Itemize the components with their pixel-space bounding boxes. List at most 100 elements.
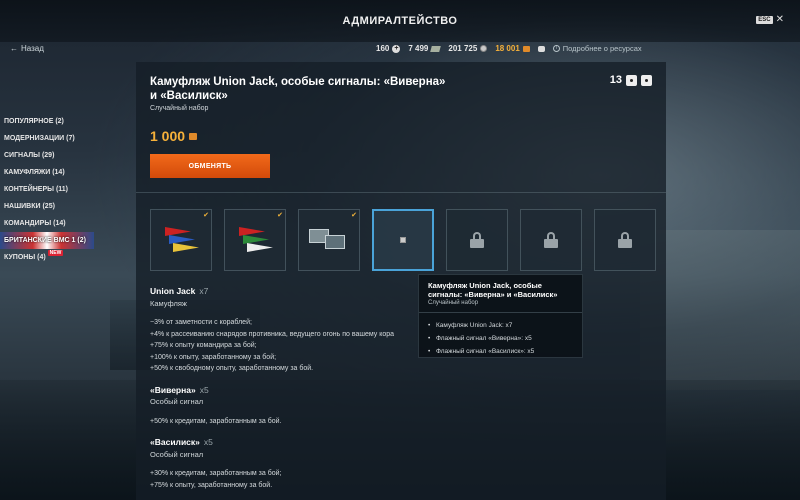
sidebar-item-commanders[interactable]: КОМАНДИРЫ (14)	[4, 215, 100, 232]
reward-tooltip: Камуфляж Union Jack, особые сигналы: «Ви…	[418, 274, 583, 358]
resource-bar: 160 + 7 499 201 725 18 001 i Подробнее о…	[376, 44, 642, 53]
reward-slot-selected[interactable]	[372, 209, 434, 271]
offer-subtitle: Случайный набор	[150, 105, 209, 112]
detail-line: −3% от заметности с кораблей;	[150, 319, 252, 326]
gold-icon	[522, 45, 530, 52]
arrow-left-icon: ←	[10, 44, 18, 53]
tooltip-list: Камуфляж Union Jack: x7 Флажный сигнал «…	[428, 319, 573, 358]
detail-block: «Василиск» x5 Особый сигнал +30% к кредит…	[150, 437, 450, 491]
resource-value: 201 725	[448, 44, 478, 53]
resources-info-label: Подробнее о ресурсах	[562, 44, 642, 53]
reward-slot-locked[interactable]	[520, 209, 582, 271]
detail-line: +75% к опыту, заработанному за бой.	[150, 481, 273, 489]
offer-panel: Камуфляж Union Jack, особые сигналы: «Ви…	[136, 62, 666, 500]
exchange-button[interactable]: ОБМЕНЯТЬ	[150, 154, 270, 178]
count-value: 13	[609, 74, 622, 86]
detail-line: +50% к кредитам, заработанным за бой.	[150, 417, 282, 425]
detail-name: «Василиск»	[150, 437, 200, 447]
sidebar-item-british-navy[interactable]: БРИТАНСКИЕ ВМС 1 (2)	[0, 232, 94, 249]
back-label: Назад	[21, 44, 44, 53]
bill-icon	[430, 45, 442, 52]
detail-line: +100% к опыту, заработанному за бой;	[150, 353, 277, 361]
detail-name: Union Jack	[150, 286, 196, 296]
reward-slot-locked[interactable]	[446, 209, 508, 271]
new-badge: NEW	[47, 250, 64, 256]
detail-heading: «Василиск» x5	[150, 437, 450, 449]
window-title: АДМИРАЛТЕЙСТВО	[342, 15, 458, 27]
resource-item	[537, 45, 545, 52]
esc-key-hint: ESC	[756, 16, 773, 24]
resource-item: 18 001	[495, 44, 530, 53]
resource-value: 7 499	[408, 44, 429, 53]
sidebar-item-camouflages[interactable]: КАМУФЛЯЖИ (14)	[4, 164, 100, 181]
signal-flags-icon	[235, 225, 275, 255]
lock-icon	[544, 232, 558, 248]
price-value: 1 000	[150, 128, 186, 144]
category-sidebar: ПОПУЛЯРНОЕ (2) МОДЕРНИЗАЦИИ (7) СИГНАЛЫ …	[0, 113, 100, 266]
sidebar-item-signals[interactable]: СИГНАЛЫ (29)	[4, 147, 100, 164]
sidebar-item-popular[interactable]: ПОПУЛЯРНОЕ (2)	[4, 113, 100, 130]
list-item: Камуфляж Union Jack: x7	[428, 319, 573, 332]
lock-icon	[470, 232, 484, 248]
close-button[interactable]: ESC ✕	[756, 14, 784, 25]
detail-line: +75% к опыту командира за бой;	[150, 342, 257, 349]
offer-price: 1 000	[150, 128, 198, 144]
reward-slots: ✔ ✔ ✔	[150, 209, 656, 271]
sidebar-item-patches[interactable]: НАШИВКИ (25)	[4, 198, 100, 215]
reward-details: Union Jack x7 Камуфляж −3% от заметности …	[150, 286, 450, 500]
info-icon: i	[552, 45, 560, 52]
checkmark-icon: ✔	[203, 212, 209, 219]
checkmark-icon: ✔	[351, 212, 357, 219]
detail-type: Особый сигнал	[150, 397, 204, 406]
resources-info-link[interactable]: i Подробнее о ресурсах	[552, 44, 642, 53]
image-placeholder-icon	[400, 237, 406, 243]
lock-icon	[618, 232, 632, 248]
gold-icon	[189, 132, 198, 140]
detail-type: Камуфляж	[150, 298, 187, 308]
offer-title: Камуфляж Union Jack, особые сигналы: «Ви…	[150, 76, 446, 102]
detail-heading: Union Jack x7	[150, 286, 450, 298]
silver-coin-icon	[480, 45, 488, 52]
detail-name: «Виверна»	[150, 384, 196, 395]
detail-line: +30% к кредитам, заработанным за бой;	[150, 470, 282, 477]
divider	[136, 192, 666, 193]
sidebar-item-coupons[interactable]: КУПОНЫ (4) NEW	[4, 249, 100, 266]
tooltip-title: Камуфляж Union Jack, особые сигналы: «Ви…	[428, 281, 558, 299]
detail-block: «Виверна» x5 Особый сигнал +50% к кредита…	[150, 385, 450, 428]
list-item: Флажный сигнал «Виверна»: x5	[428, 332, 573, 345]
dice-icon	[641, 74, 652, 86]
divider	[419, 312, 582, 313]
reward-slot[interactable]: ✔	[150, 209, 212, 271]
reward-slot[interactable]: ✔	[298, 209, 360, 271]
detail-line: +50% к свободному опыту, заработанному з…	[150, 365, 314, 372]
resource-item: 201 725	[448, 44, 488, 53]
reward-slot-locked[interactable]	[594, 209, 656, 271]
list-item: Флажный сигнал «Василиск»: x5	[428, 345, 573, 358]
dice-icon	[626, 74, 637, 86]
detail-qty: x5	[203, 437, 213, 447]
detail-qty: x7	[199, 286, 209, 296]
detail-heading: «Виверна» x5	[150, 385, 450, 397]
detail-type: Особый сигнал	[150, 449, 204, 459]
plus-circle-icon: +	[392, 44, 401, 53]
close-icon: ✕	[775, 14, 784, 25]
checkmark-icon: ✔	[277, 212, 283, 219]
detail-qty: x5	[199, 384, 209, 395]
back-button[interactable]: ← Назад	[10, 44, 44, 53]
detail-block: Union Jack x7 Камуфляж −3% от заметности …	[150, 286, 450, 375]
resource-value: 18 001	[495, 44, 520, 53]
signal-flags-icon	[161, 225, 201, 255]
camouflage-crates-icon	[307, 227, 351, 253]
sidebar-item-label: КУПОНЫ (4)	[4, 254, 46, 261]
resource-item: 160 +	[376, 44, 401, 53]
sidebar-item-containers[interactable]: КОНТЕЙНЕРЫ (11)	[4, 181, 100, 198]
cylinder-icon	[537, 45, 545, 52]
tooltip-subtitle: Случайный набор	[428, 300, 479, 306]
title-bar: АДМИРАЛТЕЙСТВО ESC ✕	[0, 0, 800, 42]
resource-item: 7 499	[408, 44, 442, 53]
sidebar-item-upgrades[interactable]: МОДЕРНИЗАЦИИ (7)	[4, 130, 100, 147]
detail-line: +4% к рассеиванию снарядов противника, в…	[150, 330, 395, 338]
reward-slot[interactable]: ✔	[224, 209, 286, 271]
resource-value: 160	[376, 44, 390, 53]
remaining-count: 13	[610, 74, 652, 86]
